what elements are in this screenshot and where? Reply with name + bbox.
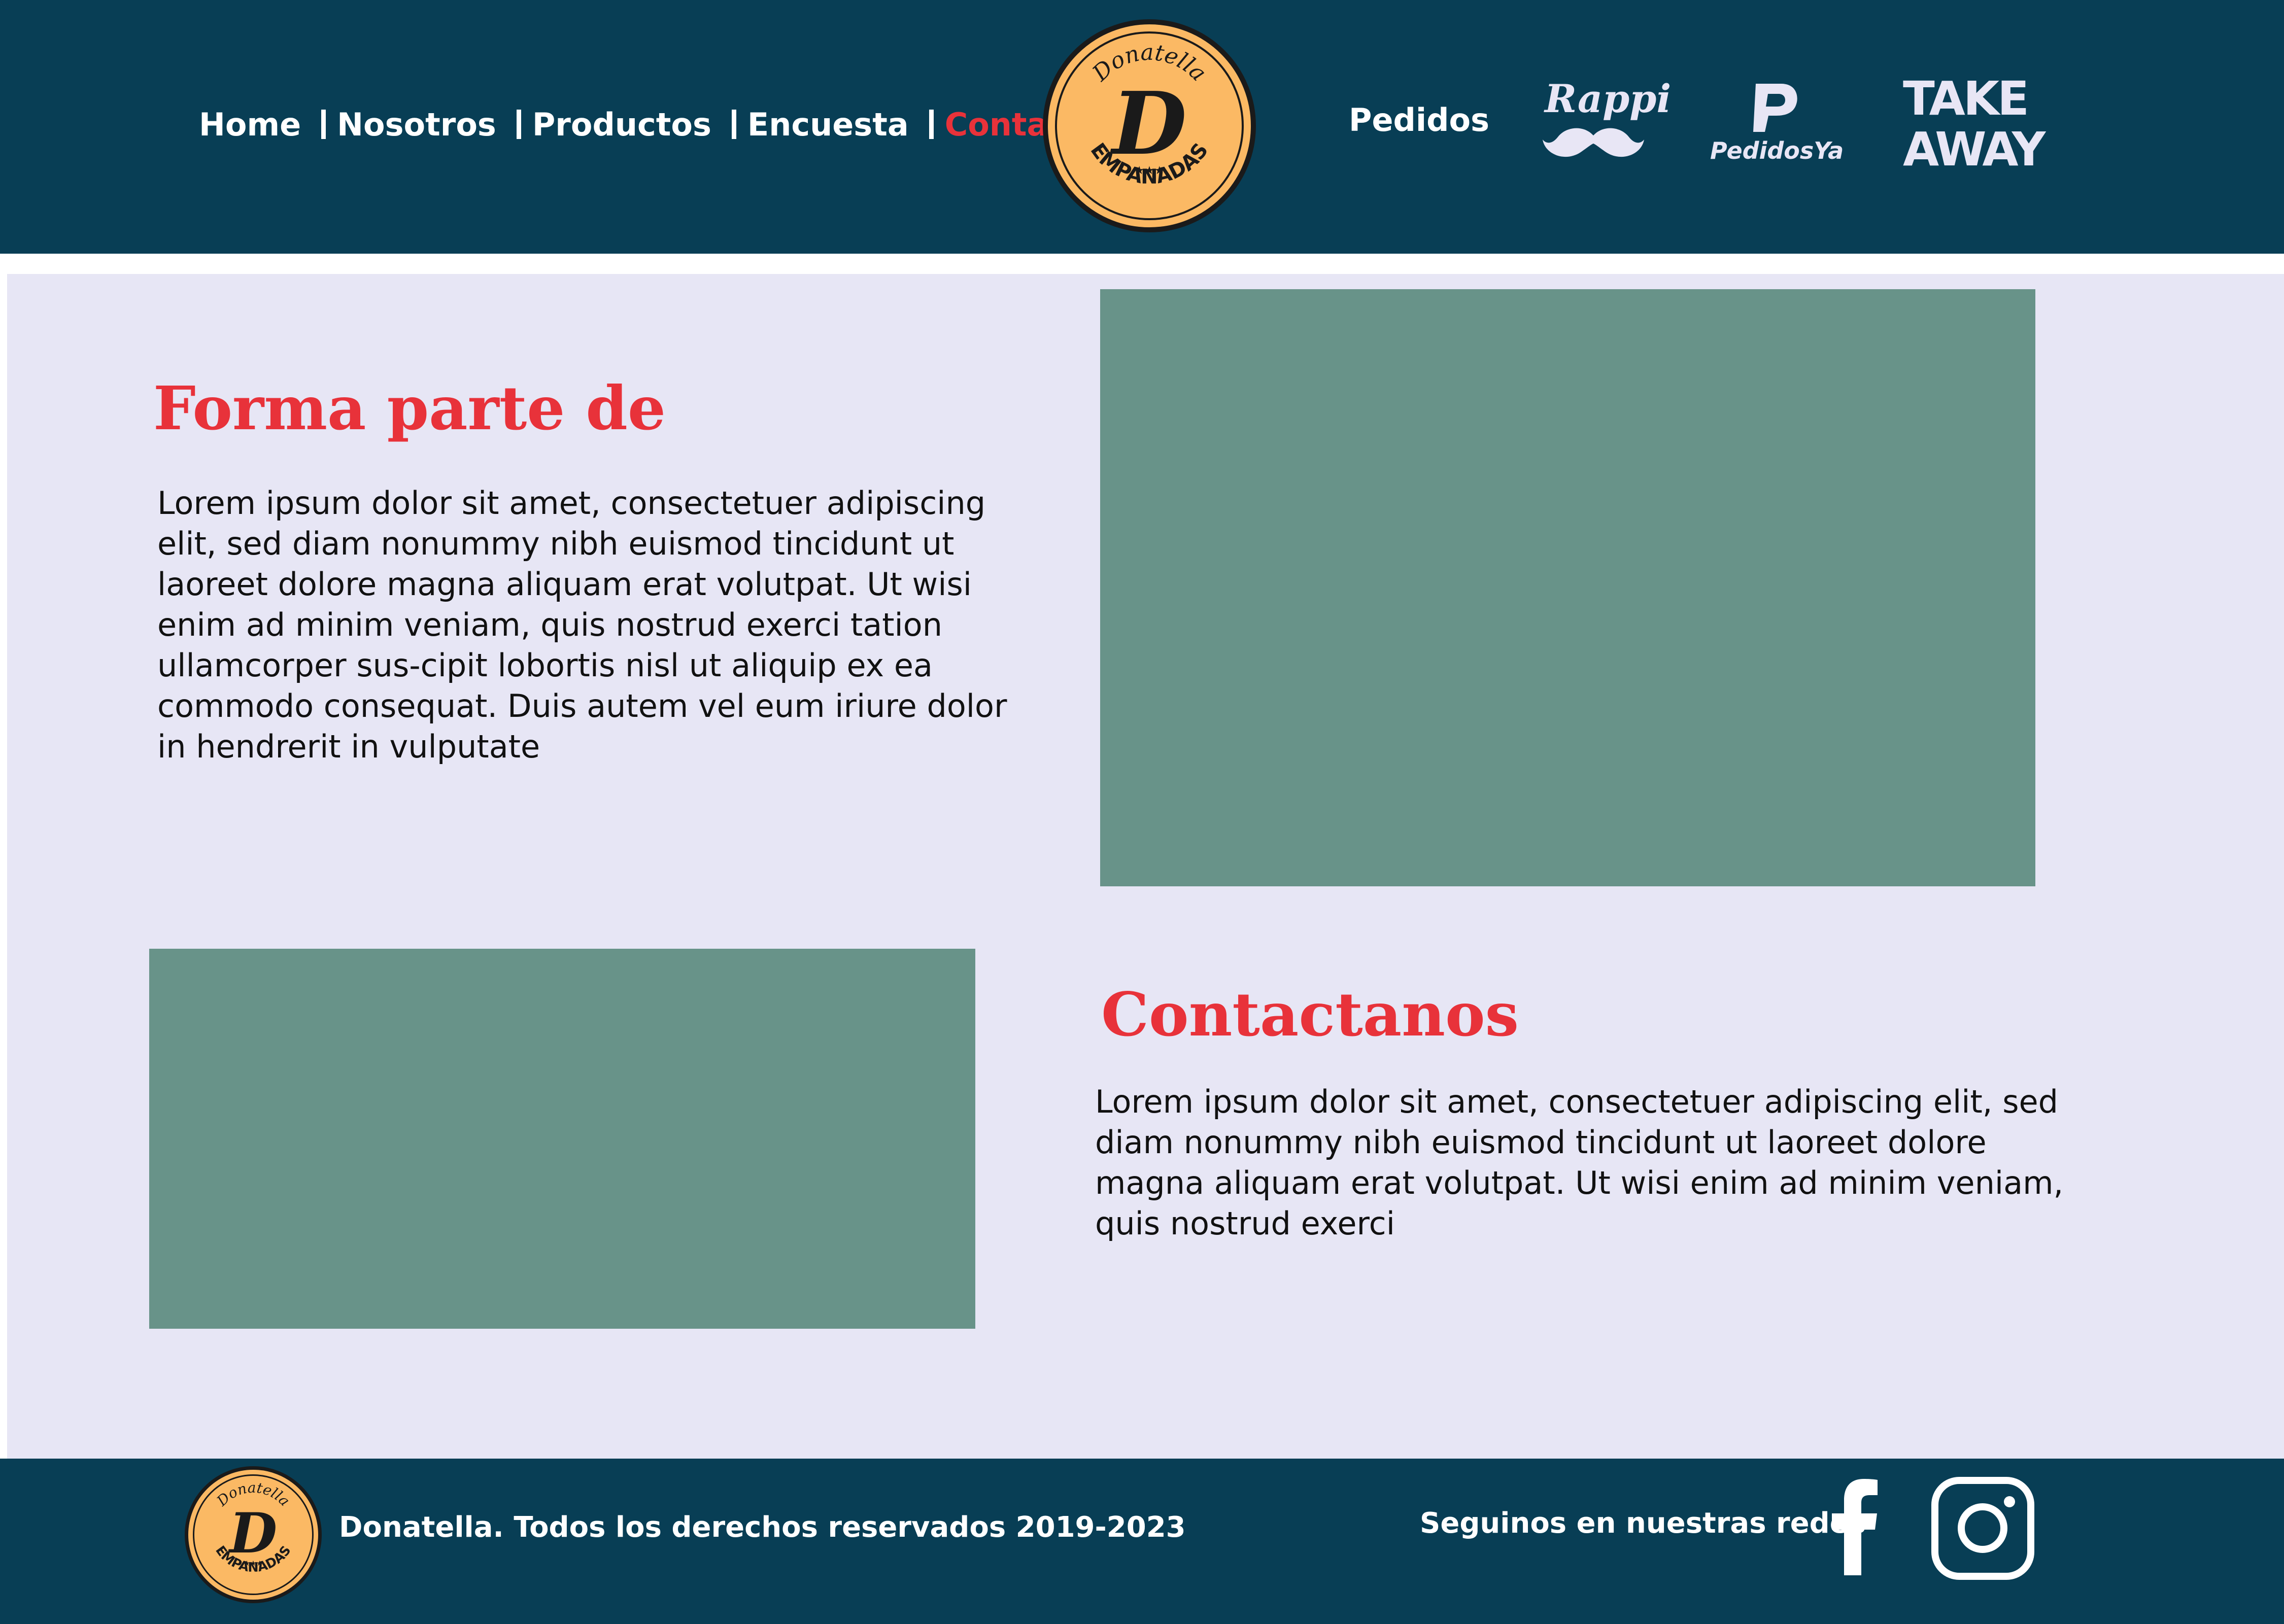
- takeaway-line1: TAKE: [1903, 72, 2029, 126]
- pedidosya-link[interactable]: PedidosYa: [1710, 81, 1844, 172]
- rappi-link[interactable]: Rappi: [1538, 76, 1671, 167]
- footer-copyright: Donatella. Todos los derechos reservados…: [339, 1511, 1186, 1544]
- mustache-icon: [1543, 128, 1644, 157]
- logo-graphic: Donatella D ★★★ EMPANADAS: [1086, 40, 1213, 189]
- nav-encuesta[interactable]: Encuesta: [747, 106, 909, 143]
- pedidos-label: Pedidos: [1349, 101, 1490, 139]
- section-title-contactanos: Contactanos: [1101, 979, 1519, 1050]
- brand-logo[interactable]: Donatella D ★★★ EMPANADAS: [1043, 19, 1256, 232]
- nav-divider: [321, 110, 326, 139]
- logo-graphic: Donatella D ★★★ EMPANADAS: [212, 1479, 294, 1575]
- nav-home[interactable]: Home: [199, 106, 301, 143]
- social-label: Seguinos en nuestras redes: [1420, 1507, 1866, 1540]
- section-title-forma-parte: Forma parte de: [153, 373, 666, 443]
- pedidosya-p-icon: [1753, 84, 1797, 132]
- takeaway-line2: AWAY: [1903, 122, 2046, 177]
- rappi-wordmark: Rappi: [1545, 76, 1672, 121]
- nav-divider: [516, 110, 521, 139]
- pedidosya-wordmark: PedidosYa: [1710, 137, 1844, 164]
- main-nav: Home Nosotros Productos Encuesta Contact…: [199, 101, 1103, 147]
- nav-productos[interactable]: Productos: [532, 106, 711, 143]
- footer-logo[interactable]: Donatella D ★★★ EMPANADAS: [185, 1466, 322, 1603]
- nav-nosotros[interactable]: Nosotros: [337, 106, 496, 143]
- section-body-forma-parte: Lorem ipsum dolor sit amet, consectetuer…: [157, 485, 1007, 765]
- instagram-icon[interactable]: [1931, 1476, 2035, 1580]
- image-placeholder-bottom: [149, 949, 975, 1329]
- nav-divider: [929, 110, 934, 139]
- facebook-icon[interactable]: [1832, 1474, 1878, 1575]
- nav-divider: [731, 110, 736, 139]
- image-placeholder-top: [1100, 289, 2035, 886]
- takeaway-link[interactable]: TAKE AWAY: [1903, 72, 2046, 177]
- section-body-contactanos: Lorem ipsum dolor sit amet, consectetuer…: [1095, 1083, 2064, 1242]
